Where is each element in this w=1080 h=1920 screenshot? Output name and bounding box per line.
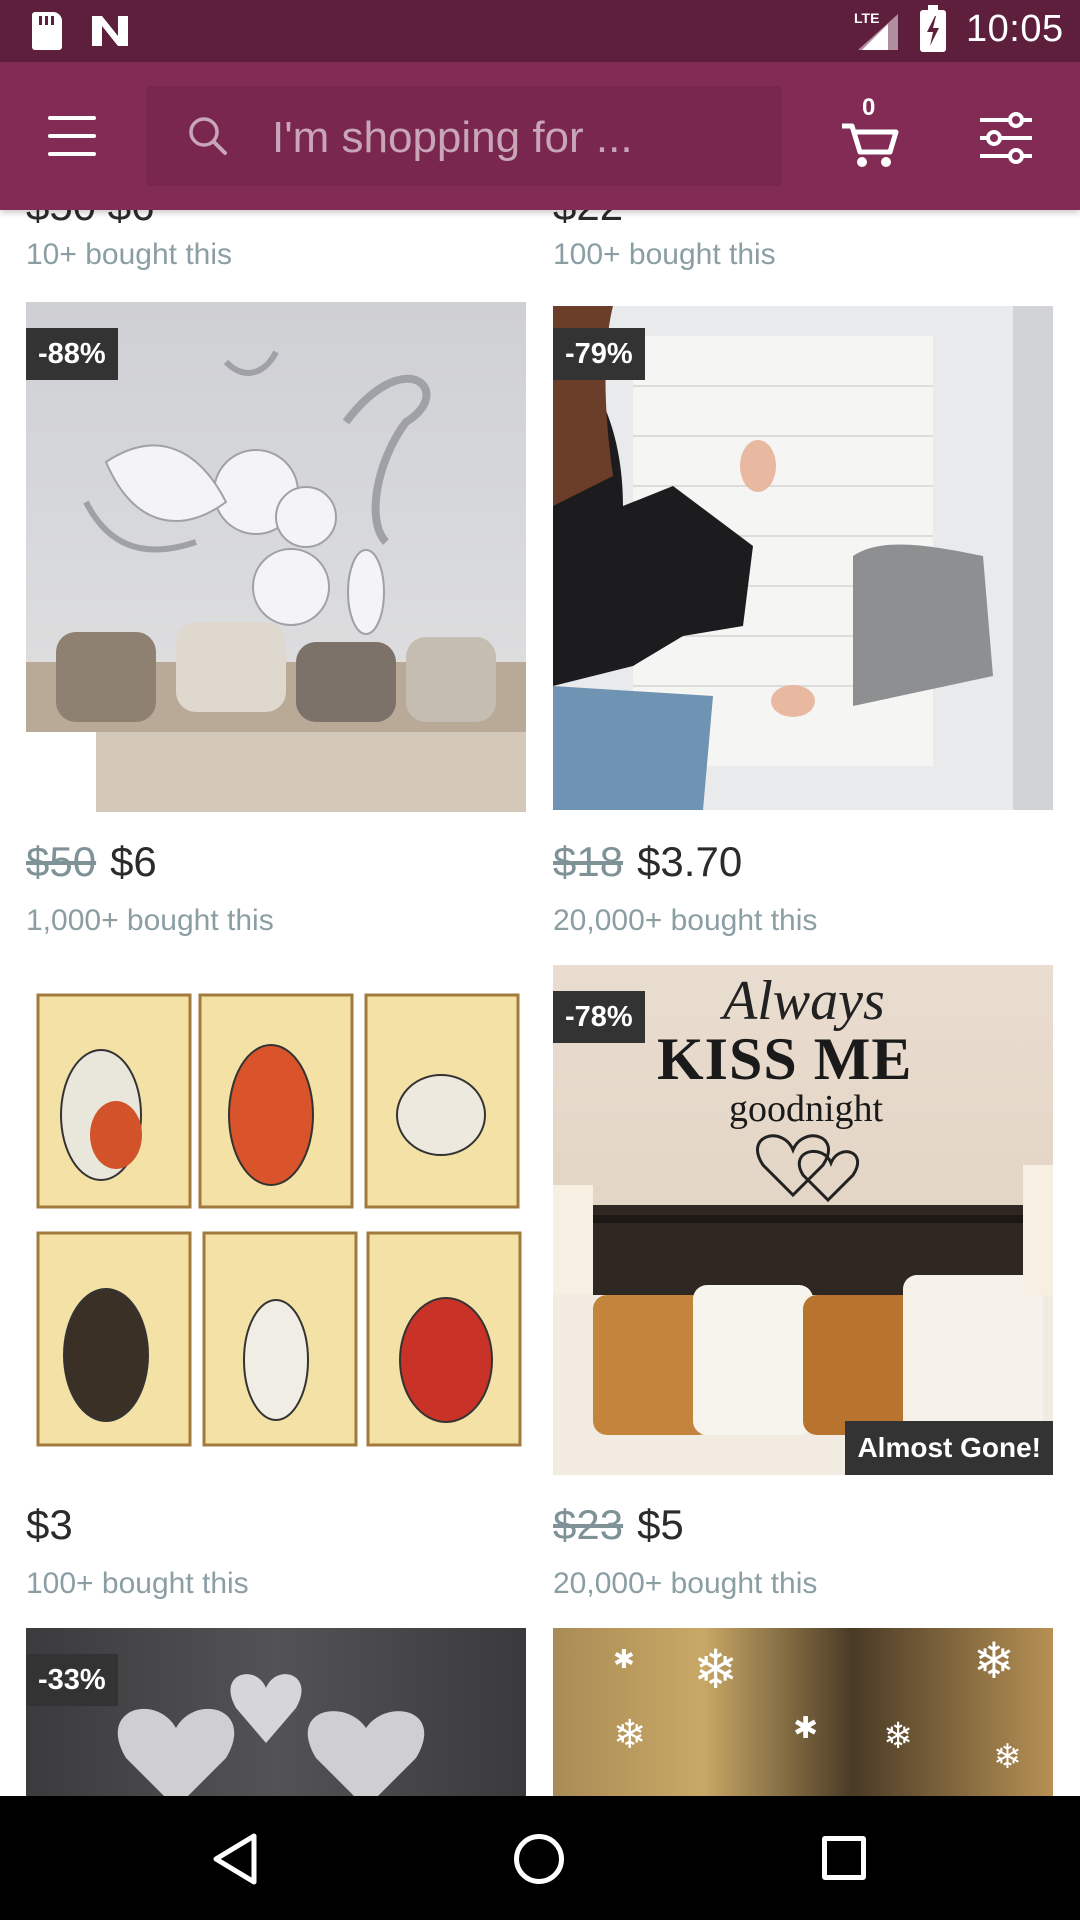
product-card[interactable]: $3 100+ bought this	[26, 965, 526, 1645]
bought-count: 100+ bought this	[553, 238, 776, 271]
price-row: $18 $3.70	[553, 838, 742, 886]
back-icon[interactable]	[210, 1832, 260, 1886]
bought-count: 100+ bought this	[26, 1567, 249, 1600]
n-notification-icon	[92, 16, 128, 46]
menu-button[interactable]	[40, 110, 104, 162]
cart-button[interactable]: 0	[840, 94, 900, 170]
original-price: $18	[553, 838, 624, 885]
battery-icon	[920, 5, 946, 52]
menu-icon-line	[48, 152, 96, 156]
svg-text:✱: ✱	[613, 1645, 635, 1675]
bought-count: 20,000+ bought this	[553, 1567, 818, 1600]
menu-icon	[48, 116, 96, 120]
filter-button[interactable]	[974, 110, 1038, 166]
bought-count: 20,000+ bought this	[553, 904, 818, 937]
decal-text-kiss-me: KISS ME	[657, 1026, 913, 1092]
product-image[interactable]: -88%	[26, 302, 526, 812]
svg-text:❄: ❄	[973, 1632, 1015, 1690]
decal-text-goodnight: goodnight	[729, 1088, 884, 1130]
sale-price: $5	[637, 1501, 684, 1548]
home-icon[interactable]	[514, 1834, 564, 1884]
discount-badge: -33%	[26, 1654, 118, 1706]
search-icon	[189, 117, 227, 155]
product-card[interactable]: -33%	[26, 1628, 526, 1796]
bought-count: 10+ bought this	[26, 238, 233, 271]
stock-label: Almost Gone!	[845, 1421, 1053, 1475]
sale-price: $3.70	[637, 838, 743, 885]
original-price: $23	[553, 1501, 624, 1548]
product-image[interactable]	[26, 965, 526, 1475]
sd-card-icon	[32, 12, 62, 50]
product-card[interactable]: ❄ ❄ ❄ ❄ ✱ ❄ ✱	[553, 1628, 1053, 1796]
sale-price: $6	[110, 838, 157, 885]
clock: 10:05	[966, 8, 1064, 50]
original-price: $50	[26, 838, 97, 885]
product-image[interactable]: -79%	[553, 306, 1053, 810]
price-row: $23 $5	[553, 1501, 684, 1549]
svg-text:✱: ✱	[793, 1711, 818, 1746]
price-row: $50 $6	[26, 838, 157, 886]
product-card-partial[interactable]: $22 100+ bought this	[553, 210, 1053, 310]
signal-icon	[858, 14, 898, 50]
product-image[interactable]: -33%	[26, 1628, 526, 1796]
discount-badge: -88%	[26, 328, 118, 380]
menu-icon-line	[48, 134, 96, 138]
search-input[interactable]: I'm shopping for ...	[146, 86, 782, 186]
sale-price: $3	[26, 1501, 73, 1548]
search-placeholder: I'm shopping for ...	[272, 113, 633, 162]
cat-prints-image	[36, 993, 522, 1447]
discount-badge: -78%	[553, 991, 645, 1043]
product-image[interactable]: ❄ ❄ ❄ ❄ ✱ ❄ ✱	[553, 1628, 1053, 1796]
price-row: $3	[26, 1501, 73, 1549]
decal-text-always: Always	[723, 970, 885, 1032]
price: $22	[553, 210, 623, 230]
filter-icon	[980, 112, 1032, 164]
product-card-partial[interactable]: $50 $6 10+ bought this	[26, 210, 526, 310]
svg-text:❄: ❄	[613, 1712, 647, 1758]
product-card[interactable]: Always KISS ME goodnight -78% Almost Gon…	[553, 965, 1053, 1645]
status-bar: LTE 10:05	[0, 0, 1080, 62]
product-image[interactable]: Always KISS ME goodnight -78% Almost Gon…	[553, 965, 1053, 1475]
brick-wall-image	[553, 306, 1053, 810]
svg-text:❄: ❄	[883, 1716, 913, 1757]
app-bar: I'm shopping for ... 0	[0, 62, 1080, 210]
discount-badge: -79%	[553, 328, 645, 380]
bought-count: 1,000+ bought this	[26, 904, 274, 937]
svg-text:❄: ❄	[693, 1638, 738, 1701]
product-grid: $50 $6 10+ bought this $22 100+ bought t…	[0, 210, 1080, 1796]
cart-icon	[842, 123, 899, 167]
product-card[interactable]: -88% $50 $6 1,000+ bought this	[26, 302, 526, 982]
snowflake-stickers-image: ❄ ❄ ❄ ❄ ✱ ❄ ✱	[613, 1632, 1022, 1777]
system-nav-bar	[0, 1796, 1080, 1920]
price: $50 $6	[26, 210, 154, 230]
product-card[interactable]: -79% $18 $3.70 20,000+ bought this	[553, 302, 1053, 982]
svg-text:❄: ❄	[993, 1737, 1022, 1777]
recents-icon[interactable]	[822, 1836, 866, 1880]
